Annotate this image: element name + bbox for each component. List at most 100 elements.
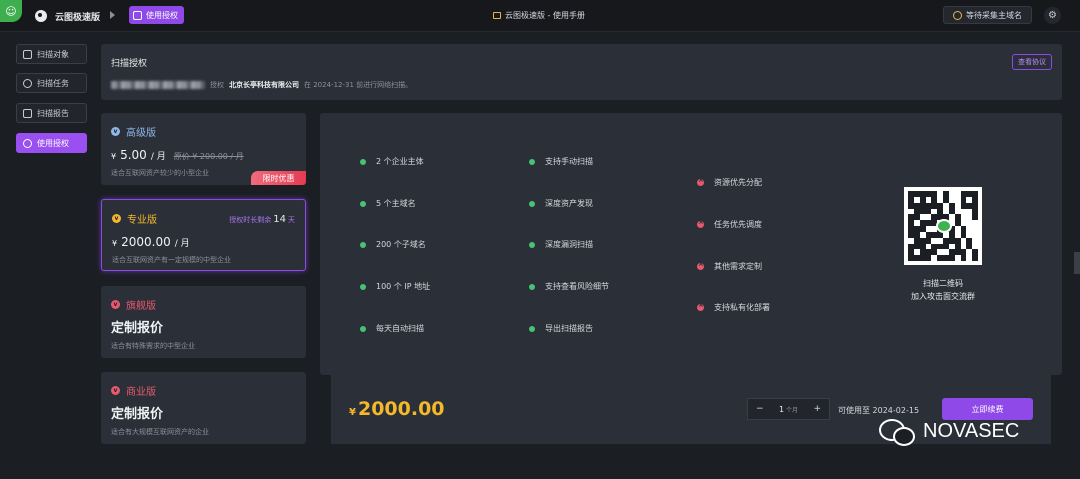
user-license-icon: [23, 138, 32, 148]
custom-quote: 定制报价: [111, 407, 164, 422]
user-manual-link[interactable]: 云图极速版 - 使用手册: [493, 10, 585, 21]
plan-name: 旗舰版: [126, 301, 156, 312]
check-icon: [529, 241, 535, 248]
plan-name: 商业版: [126, 387, 156, 398]
target-icon: [23, 49, 32, 59]
remaining-days: 14: [273, 214, 286, 225]
wechat-logo-icon: [879, 417, 915, 446]
sidebar-item-license[interactable]: 使用授权: [16, 133, 87, 153]
sidebar-item-label: 使用授权: [37, 138, 69, 148]
clock-icon: [23, 78, 32, 88]
feature-item: 深度资产发现: [529, 198, 593, 209]
remaining-time: 授权时长剩余 14 天: [229, 214, 295, 225]
plan-price: ¥ 5.00 / 月 原价 ¥ 200.00 / 月: [111, 148, 244, 162]
watermark: NOVASEC: [879, 417, 1020, 446]
collection-status-button[interactable]: 等待采集主域名: [943, 6, 1032, 24]
feature-item: 支持查看风险细节: [529, 281, 609, 292]
duration-stepper[interactable]: − 1 个月 +: [747, 398, 830, 420]
check-icon: [360, 158, 366, 165]
feature-item-unavailable: 资源优先分配: [697, 176, 762, 188]
plan-description: 适合互联网资产较少的小型企业: [111, 169, 209, 177]
cross-icon: [697, 260, 704, 270]
feature-item: 2 个企业主体: [360, 156, 424, 167]
plan-features-panel: 2 个企业主体 5 个主域名 200 个子域名 100 个 IP 地址 每天自动…: [320, 113, 1062, 375]
valid-until-text: 可使用至 2024-02-15: [838, 406, 920, 415]
plan-card-flagship[interactable]: v 旗舰版 定制报价 适合有特殊需求的中型企业: [101, 286, 306, 358]
breadcrumb-label: 使用授权: [146, 10, 178, 20]
duration-value: 1 个月: [778, 404, 799, 414]
grant-word: 授权: [210, 81, 224, 89]
plan-name: 高级版: [126, 128, 156, 139]
brand-logo-icon: [35, 10, 47, 22]
clock-icon: [953, 10, 962, 20]
feature-item-unavailable: 支持私有化部署: [697, 301, 770, 313]
plan-name: 专业版: [127, 215, 157, 226]
panel-title: 扫描授权: [111, 59, 148, 69]
increment-button[interactable]: +: [813, 404, 821, 414]
wechat-icon: [936, 219, 952, 233]
total-price: ¥ 2000.00: [349, 398, 445, 420]
custom-quote: 定制报价: [111, 321, 164, 336]
company-name: 北京长亭科技有限公司: [229, 81, 299, 89]
check-icon: [529, 158, 535, 165]
side-drawer-handle[interactable]: [1074, 252, 1080, 274]
feature-item: 200 个子域名: [360, 239, 426, 250]
sidebar-item-scan-targets[interactable]: 扫描对象: [16, 44, 87, 64]
decrement-button[interactable]: −: [756, 404, 764, 414]
expiry-text: 在 2024-12-31 前进行网络扫描。: [304, 81, 413, 89]
feature-item: 100 个 IP 地址: [360, 281, 430, 292]
authorization-statement: 授权 北京长亭科技有限公司 在 2024-12-31 前进行网络扫描。: [111, 80, 412, 90]
gear-icon[interactable]: ⚙: [1044, 7, 1061, 24]
plan-chevron-icon: v: [112, 214, 121, 223]
breadcrumb-caret-icon: [110, 11, 115, 19]
brand-name: 云图极速版: [55, 13, 101, 23]
feature-item: 深度漏洞扫描: [529, 239, 593, 250]
collection-status-label: 等待采集主域名: [966, 10, 1022, 20]
sidebar-item-label: 扫描任务: [37, 78, 69, 88]
plan-description: 适合有特殊需求的中型企业: [111, 342, 195, 350]
sidebar-item-scan-tasks[interactable]: 扫描任务: [16, 73, 87, 93]
qr-caption: 扫描二维码 加入攻击面交流群: [911, 279, 975, 301]
feature-item-unavailable: 其他需求定制: [697, 260, 762, 272]
scan-authorization-panel: 扫描授权 查看协议 授权 北京长亭科技有限公司 在 2024-12-31 前进行…: [101, 44, 1062, 100]
report-icon: [23, 108, 32, 118]
plan-chevron-icon: v: [111, 127, 120, 136]
plan-price: ¥ 2000.00 / 月: [112, 235, 190, 249]
plan-card-professional[interactable]: v 专业版 授权时长剩余 14 天 ¥ 2000.00 / 月 适合互联网资产有一定…: [101, 199, 306, 271]
speaker-icon: [493, 12, 501, 19]
check-icon: [360, 200, 366, 207]
original-price: 原价 ¥ 200.00 / 月: [173, 152, 244, 161]
qr-module: [972, 255, 978, 261]
plan-card-business[interactable]: v 商业版 定制报价 适合有大规模互联网资产的企业: [101, 372, 306, 444]
app-corner-logo-icon[interactable]: ☺: [0, 0, 22, 22]
plan-card-advanced[interactable]: v 高级版 ¥ 5.00 / 月 原价 ¥ 200.00 / 月 适合互联网资产…: [101, 113, 306, 185]
breadcrumb-current[interactable]: 使用授权: [129, 6, 184, 24]
check-icon: [529, 283, 535, 290]
sidebar-item-scan-reports[interactable]: 扫描报告: [16, 103, 87, 123]
feature-item: 5 个主域名: [360, 198, 416, 209]
feature-item-unavailable: 任务优先调度: [697, 218, 762, 230]
plan-description: 适合有大规模互联网资产的企业: [111, 428, 209, 436]
check-icon: [360, 241, 366, 248]
feature-item: 每天自动扫描: [360, 323, 424, 334]
cross-icon: [697, 176, 704, 186]
watermark-text: NOVASEC: [923, 419, 1020, 442]
cross-icon: [697, 301, 704, 311]
feature-item: 支持手动扫描: [529, 156, 593, 167]
sidebar-item-label: 扫描对象: [37, 49, 69, 59]
check-icon: [529, 200, 535, 207]
check-icon: [360, 325, 366, 332]
user-manual-label: 云图极速版 - 使用手册: [505, 11, 585, 20]
promo-badge: 限时优惠: [251, 171, 306, 185]
plan-chevron-icon: v: [111, 386, 120, 395]
plan-description: 适合互联网资产有一定规模的中型企业: [112, 256, 231, 264]
plan-chevron-icon: v: [111, 300, 120, 309]
cross-icon: [697, 218, 704, 228]
redacted-text: [111, 81, 205, 89]
license-icon: [133, 10, 142, 20]
check-icon: [360, 283, 366, 290]
view-agreement-button[interactable]: 查看协议: [1012, 54, 1052, 70]
top-bar: ☺ 云图极速版 使用授权 云图极速版 - 使用手册 等待采集主域名 ⚙: [0, 0, 1080, 32]
check-icon: [529, 325, 535, 332]
sidebar-item-label: 扫描报告: [37, 108, 69, 118]
